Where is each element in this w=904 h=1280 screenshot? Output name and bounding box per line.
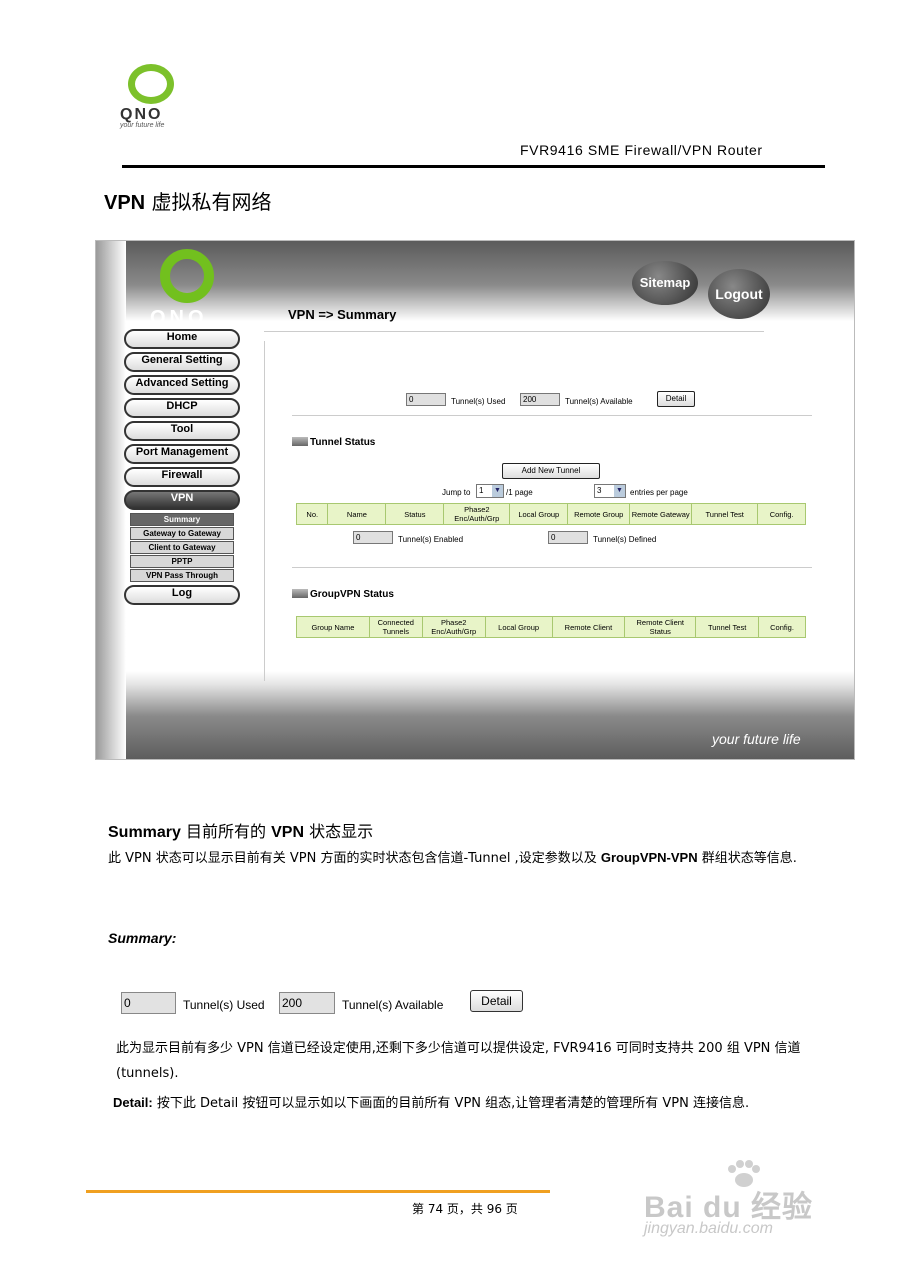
- router-logo: QNO: [150, 249, 218, 329]
- column-header: No.: [295, 503, 329, 525]
- logout-button[interactable]: Logout: [708, 269, 770, 319]
- column-header: Config.: [758, 616, 806, 638]
- logo-tagline: your future life: [120, 122, 165, 129]
- logo-ring-icon: [128, 64, 174, 104]
- add-new-tunnel-button[interactable]: Add New Tunnel: [502, 463, 600, 479]
- column-header: Remote Group: [567, 503, 631, 525]
- sidebar-nav: Home General Setting Advanced Setting DH…: [124, 329, 240, 608]
- subnav-summary[interactable]: Summary: [130, 513, 234, 526]
- tunnels-defined-field: 0: [548, 531, 588, 544]
- tunnels-used-field: 0: [406, 393, 446, 406]
- baidu-watermark: Bai du 经验 jingyan.baidu.com: [640, 1160, 850, 1250]
- tunnel-status-heading: Tunnel Status: [292, 437, 375, 448]
- column-header: Phase2 Enc/Auth/Grp: [421, 616, 486, 638]
- page-select[interactable]: 1 ▼: [476, 484, 504, 498]
- footer-divider: [86, 1190, 550, 1193]
- qno-logo: QNO your future life: [118, 64, 188, 132]
- header-divider: [122, 165, 825, 168]
- column-header: Remote Client: [551, 616, 626, 638]
- nav-home[interactable]: Home: [124, 329, 240, 349]
- column-header: Phase2 Enc/Auth/Grp: [443, 503, 511, 525]
- tunnels-used-label: Tunnel(s) Used: [451, 397, 506, 406]
- explanation-paragraph: 此为显示目前有多少 VPN 信道已经设定使用,还剩下多少信道可以提供设定, FV…: [116, 1041, 801, 1081]
- page-number: 第 74 页，共 96 页: [412, 1202, 518, 1216]
- tunnels-available-label: Tunnel(s) Available: [565, 397, 633, 406]
- subnav-pptp[interactable]: PPTP: [130, 555, 234, 568]
- vpn-submenu: Summary Gateway to Gateway Client to Gat…: [130, 513, 234, 582]
- table-header-row: No. Name Status Phase2 Enc/Auth/Grp Loca…: [295, 503, 806, 525]
- jump-to-label: Jump to: [442, 488, 471, 497]
- watermark-site: jingyan.baidu.com: [644, 1220, 773, 1237]
- router-logo-icon: [160, 249, 214, 303]
- summary-heading: Summary 目前所有的 VPN 状态显示: [108, 822, 374, 841]
- entries-per-page-label: entries per page: [630, 488, 688, 497]
- router-ui-screenshot: QNO Sitemap Logout VPN => Summary Home G…: [95, 240, 855, 760]
- sitemap-button[interactable]: Sitemap: [632, 261, 698, 305]
- column-header: Local Group: [509, 503, 569, 525]
- section-cube-icon: [292, 437, 308, 446]
- nav-tool[interactable]: Tool: [124, 421, 240, 441]
- page-count-label: /1 page: [506, 488, 533, 497]
- example-used-field: 0: [121, 992, 176, 1014]
- nav-vpn[interactable]: VPN: [124, 490, 240, 510]
- column-header: Local Group: [484, 616, 553, 638]
- column-header: Remote Client Status: [624, 616, 697, 638]
- tunnel-status-table: No. Name Status Phase2 Enc/Auth/Grp Loca…: [295, 503, 806, 525]
- example-available-label: Tunnel(s) Available: [342, 998, 444, 1012]
- detail-button[interactable]: Detail: [657, 391, 695, 407]
- example-used-label: Tunnel(s) Used: [183, 998, 265, 1012]
- summary-description: 此 VPN 状态可以显示目前有关 VPN 方面的实时状态包含信道-Tunnel …: [108, 850, 797, 866]
- column-header: Tunnel Test: [691, 503, 759, 525]
- table-header-row: Group Name Connected Tunnels Phase2 Enc/…: [296, 616, 806, 638]
- nav-general-setting[interactable]: General Setting: [124, 352, 240, 372]
- tunnels-available-field: 200: [520, 393, 560, 406]
- chevron-down-icon: ▼: [614, 485, 625, 497]
- nav-firewall[interactable]: Firewall: [124, 467, 240, 487]
- column-header: Group Name: [296, 616, 370, 638]
- groupvpn-status-table: Group Name Connected Tunnels Phase2 Enc/…: [296, 616, 806, 638]
- column-header: Name: [327, 503, 387, 525]
- page-title: VPN => Summary: [288, 307, 397, 322]
- subnav-client-to-gateway[interactable]: Client to Gateway: [130, 541, 234, 554]
- nav-advanced-setting[interactable]: Advanced Setting: [124, 375, 240, 395]
- nav-port-management[interactable]: Port Management: [124, 444, 240, 464]
- column-header: Status: [385, 503, 445, 525]
- subnav-gateway-to-gateway[interactable]: Gateway to Gateway: [130, 527, 234, 540]
- tunnels-enabled-field: 0: [353, 531, 393, 544]
- nav-log[interactable]: Log: [124, 585, 240, 605]
- entries-per-page-select[interactable]: 3 ▼: [594, 484, 626, 498]
- footer-tagline: your future life: [712, 731, 801, 747]
- column-header: Connected Tunnels: [368, 616, 423, 638]
- example-available-field: 200: [279, 992, 335, 1014]
- tunnels-defined-label: Tunnel(s) Defined: [593, 535, 657, 544]
- section-heading: VPN 虚拟私有网络: [104, 190, 272, 214]
- groupvpn-status-heading: GroupVPN Status: [292, 589, 394, 600]
- tunnels-enabled-label: Tunnel(s) Enabled: [398, 535, 464, 544]
- column-header: Remote Gateway: [629, 503, 693, 525]
- column-header: Config.: [757, 503, 806, 525]
- router-logo-text: QNO: [150, 307, 208, 329]
- section-cube-icon: [292, 589, 308, 598]
- detail-explanation: Detail: 按下此 Detail 按钮可以显示如以下画面的目前所有 VPN …: [113, 1095, 750, 1111]
- subnav-vpn-pass-through[interactable]: VPN Pass Through: [130, 569, 234, 582]
- summary-label: Summary:: [108, 930, 177, 946]
- product-title: FVR9416 SME Firewall/VPN Router: [520, 142, 763, 158]
- chevron-down-icon: ▼: [492, 485, 503, 497]
- example-detail-button[interactable]: Detail: [470, 990, 523, 1012]
- nav-dhcp[interactable]: DHCP: [124, 398, 240, 418]
- column-header: Tunnel Test: [695, 616, 760, 638]
